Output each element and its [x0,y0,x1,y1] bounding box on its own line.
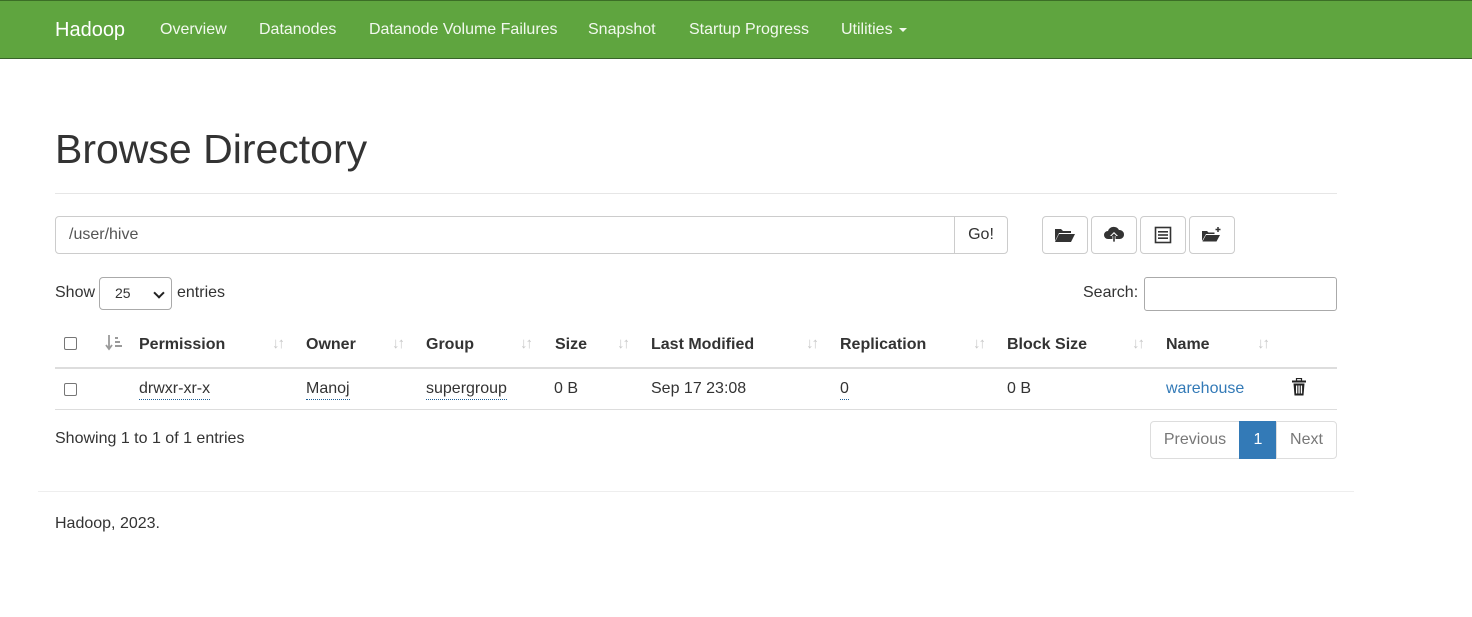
sort-icon[interactable]: ↓↑ [617,334,630,354]
sort-icon[interactable]: ↓↑ [806,334,819,354]
nav-startup-progress[interactable]: Startup Progress [689,19,809,41]
nav-snapshot[interactable]: Snapshot [588,19,656,41]
sort-icon[interactable]: ↓↑ [392,334,405,354]
column-header-size[interactable]: Size [555,335,587,355]
size-cell: 0 B [554,380,579,397]
column-header-replication[interactable]: Replication [840,335,926,355]
column-header-permission[interactable]: Permission [139,335,225,355]
table-header-divider [55,367,1337,369]
column-header-block-size[interactable]: Block Size [1007,335,1087,355]
column-header-name[interactable]: Name [1166,335,1210,355]
search-label: Search: [1083,284,1139,301]
folder-open-icon [1055,229,1075,242]
search-input[interactable] [1144,277,1337,311]
entries-per-page-select[interactable]: 25 [99,277,172,310]
directory-path-input[interactable] [55,216,955,254]
column-header-last-modified[interactable]: Last Modified [651,335,754,355]
caret-down-icon [898,27,907,32]
entries-per-page-value: 25 [115,285,131,301]
cloud-upload-icon [1104,226,1125,242]
trash-icon[interactable] [1291,378,1307,396]
row-select-checkbox[interactable] [64,383,77,396]
sort-icon[interactable]: ↓↑ [1132,334,1145,354]
nav-utilities-label: Utilities [841,21,893,38]
title-divider [55,193,1337,194]
table-row-divider [55,409,1337,410]
create-directory-button[interactable] [1189,216,1235,254]
nav-utilities-dropdown[interactable]: Utilities [841,19,907,41]
column-header-group[interactable]: Group [426,335,474,355]
block-size-cell: 0 B [1007,380,1032,397]
show-label: Show [55,284,96,301]
upload-file-button[interactable] [1091,216,1137,254]
create-directory-icon [1202,227,1221,242]
sort-icon[interactable]: ↓↑ [520,334,533,354]
sort-icon[interactable]: ↓↑ [272,334,285,354]
nav-datanodes[interactable]: Datanodes [259,19,336,41]
go-button[interactable]: Go! [954,216,1008,254]
permission-cell[interactable]: drwxr-xr-x [139,379,211,400]
view-directory-button[interactable] [1042,216,1088,254]
sort-icon[interactable]: ↓↑ [1257,334,1270,354]
chevron-down-icon [153,287,165,299]
list-view-button[interactable] [1140,216,1186,254]
replication-cell[interactable]: 0 [840,379,849,400]
navbar-brand[interactable]: Hadoop [55,17,125,43]
page-1-button[interactable]: 1 [1239,421,1277,459]
nav-overview[interactable]: Overview [160,19,227,41]
next-page-button[interactable]: Next [1276,421,1337,459]
sort-amount-icon[interactable] [105,334,123,352]
column-header-owner[interactable]: Owner [306,335,356,355]
page-title: Browse Directory [55,126,368,172]
last-modified-cell: Sep 17 23:08 [651,380,747,397]
list-icon [1154,226,1172,244]
sort-icon[interactable]: ↓↑ [973,334,986,354]
nav-datanode-volume-failures[interactable]: Datanode Volume Failures [369,19,558,41]
entries-label: entries [177,284,226,301]
name-link[interactable]: warehouse [1166,379,1244,399]
table-info: Showing 1 to 1 of 1 entries [55,430,245,447]
top-navbar: Hadoop Overview Datanodes Datanode Volum… [0,0,1472,59]
owner-cell[interactable]: Manoj [306,379,350,400]
select-all-checkbox[interactable] [64,337,77,350]
footer-text: Hadoop, 2023. [55,515,160,532]
previous-page-button[interactable]: Previous [1150,421,1240,459]
group-cell[interactable]: supergroup [426,379,507,400]
footer-divider [38,491,1354,492]
